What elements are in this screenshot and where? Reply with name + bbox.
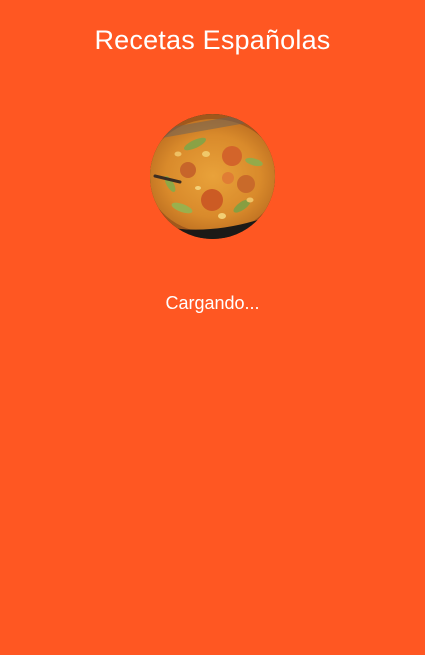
- app-title: Recetas Españolas: [94, 25, 331, 55]
- loading-label: Cargando...: [165, 293, 260, 313]
- paella-image: [150, 114, 275, 239]
- splash-screen: Recetas Españolas Cargando...: [0, 0, 425, 655]
